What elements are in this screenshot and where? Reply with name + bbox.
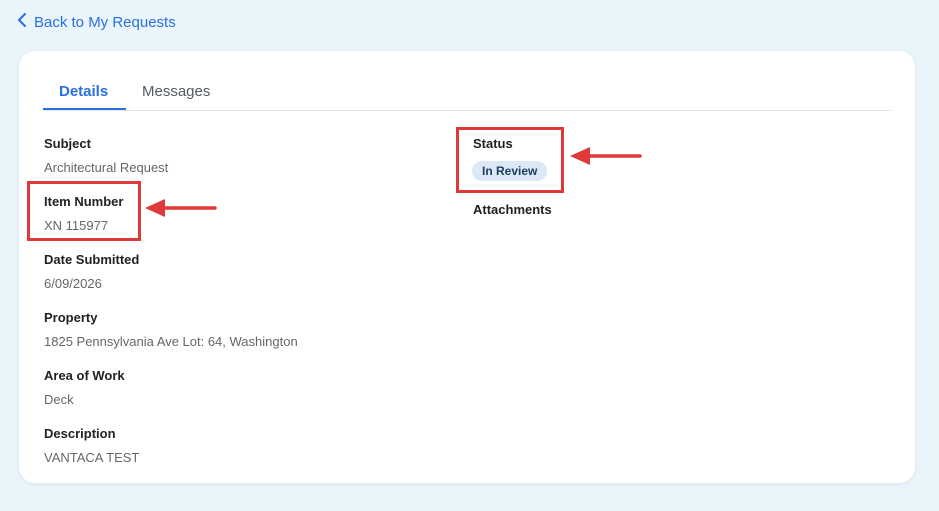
subject-value: Architectural Request — [44, 160, 169, 175]
status-highlight-box — [456, 127, 564, 193]
property-value: 1825 Pennsylvania Ave Lot: 64, Washingto… — [44, 334, 298, 349]
arrow-left-icon — [145, 199, 217, 217]
item-number-highlight-box — [27, 181, 141, 241]
back-to-requests-link[interactable]: Back to My Requests — [16, 13, 176, 31]
subject-label: Subject — [44, 136, 91, 151]
tab-details[interactable]: Details — [59, 83, 108, 100]
back-link-label: Back to My Requests — [34, 13, 176, 31]
attachments-label: Attachments — [473, 202, 552, 217]
active-tab-indicator — [43, 108, 126, 110]
property-label: Property — [44, 310, 98, 325]
area-of-work-value: Deck — [44, 392, 74, 407]
date-submitted-value: 6/09/2026 — [44, 276, 102, 291]
request-details-card: Details Messages Subject Architectural R… — [19, 51, 915, 483]
description-value: VANTACA TEST — [44, 450, 140, 465]
tab-messages[interactable]: Messages — [142, 83, 210, 100]
chevron-left-icon — [16, 13, 28, 31]
area-of-work-label: Area of Work — [44, 368, 125, 383]
tab-bar: Details Messages — [43, 79, 891, 111]
description-label: Description — [44, 426, 116, 441]
date-submitted-label: Date Submitted — [44, 252, 140, 267]
arrow-left-icon — [570, 147, 642, 165]
